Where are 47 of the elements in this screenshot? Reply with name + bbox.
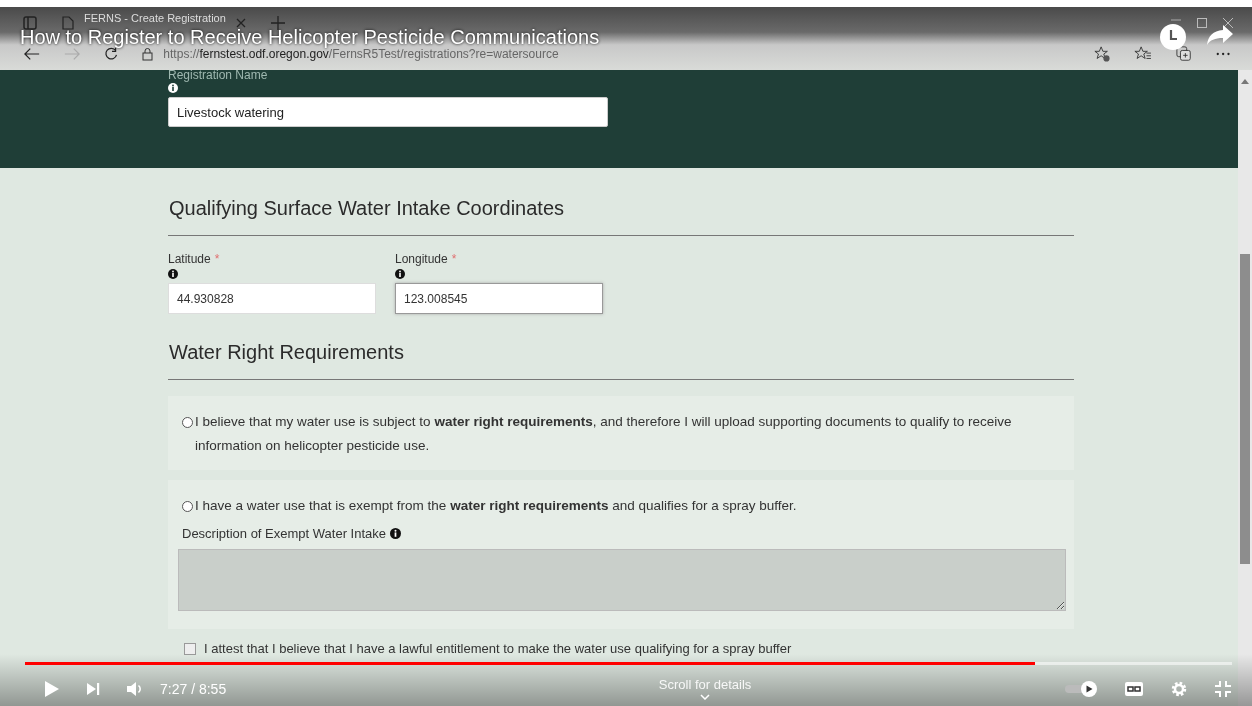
info-icon[interactable] (168, 269, 178, 279)
more-icon[interactable] (1215, 52, 1230, 56)
next-icon[interactable] (86, 681, 100, 696)
coordinate-field[interactable]: 44.930828 (168, 283, 376, 314)
info-icon[interactable] (395, 269, 405, 279)
radio-button[interactable] (182, 501, 193, 512)
video-time: 7:27 / 8:55 (160, 680, 227, 697)
info-icon[interactable] (390, 528, 401, 539)
required-mark: * (214, 252, 220, 266)
description-field[interactable] (178, 549, 1066, 611)
add-favorite-icon[interactable] (1093, 45, 1110, 63)
field-label: Registration Name (168, 70, 269, 80)
tab-actions-icon[interactable] (22, 14, 38, 31)
collections-icon[interactable] (1175, 45, 1192, 63)
exit-fullscreen-icon[interactable] (1214, 679, 1232, 698)
volume-icon[interactable] (126, 680, 144, 697)
refresh-icon[interactable] (104, 46, 119, 62)
option-text: I believe that my water use is subject to water right requirements, and therefore I will upload supporting documents to qualify to receive information on helicopter pesticide use. (195, 413, 1013, 455)
checkbox[interactable] (184, 642, 196, 655)
maximize-icon[interactable] (1196, 16, 1208, 29)
section-heading: Water Right Requirements (169, 340, 405, 364)
required-mark: * (451, 252, 457, 266)
lock-icon (142, 47, 154, 61)
info-icon[interactable] (168, 83, 178, 93)
option-text: I have a water use that is exempt from the water right requirements and qualifies for a spray buffer. (195, 497, 798, 515)
chevron-down-icon[interactable] (700, 694, 711, 700)
coordinate-field[interactable]: 123.008545 (395, 283, 603, 314)
field-label: Longitude (395, 252, 448, 266)
close-icon[interactable] (1222, 16, 1234, 29)
field-label: Description of Exempt Water Intake (182, 526, 386, 541)
page-icon (62, 15, 74, 30)
progress-track[interactable] (25, 662, 1232, 665)
back-icon[interactable] (24, 47, 41, 61)
captions-icon[interactable] (1124, 680, 1144, 697)
address-bar[interactable]: https://fernstest.odf.oregon.gov/FernsR5Test/registrations?re=watersource (142, 47, 1070, 61)
play-icon[interactable] (44, 679, 60, 698)
attest-text: I attest that I believe that I have a lawful entitlement to make the water use qualifying for a spray buffer (204, 641, 792, 656)
radio-button[interactable] (182, 417, 193, 428)
field-label: Latitude (168, 252, 211, 266)
share-icon[interactable] (1206, 24, 1234, 46)
autoplay-toggle-icon[interactable] (1064, 680, 1098, 697)
registration-name-field[interactable]: Livestock watering (168, 97, 608, 127)
scroll-up-icon[interactable] (1241, 78, 1249, 84)
scrollbar[interactable] (1238, 70, 1252, 706)
clock-icon[interactable] (1160, 24, 1186, 50)
section-heading: Qualifying Surface Water Intake Coordinates (169, 196, 565, 220)
settings-icon[interactable] (1170, 679, 1188, 698)
